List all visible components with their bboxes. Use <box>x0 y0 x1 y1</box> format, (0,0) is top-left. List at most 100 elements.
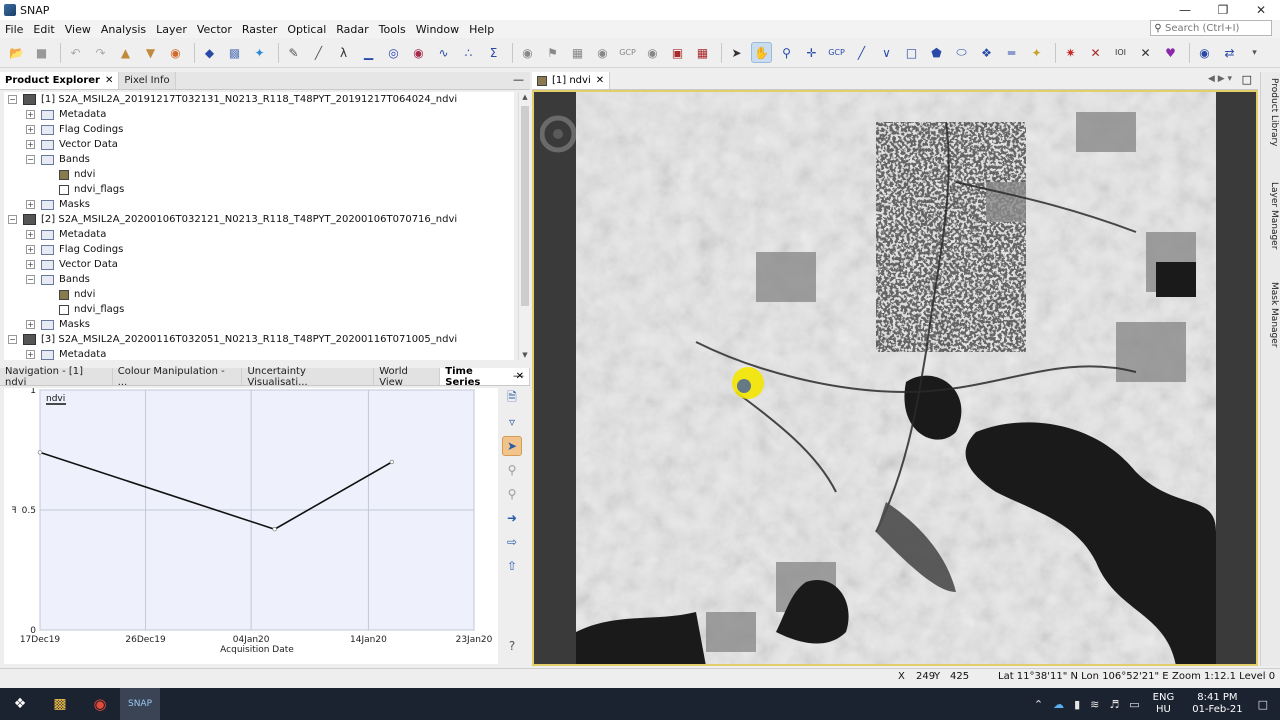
range-finder-icon[interactable]: ❖ <box>976 42 997 63</box>
tab-ndvi-view[interactable]: [1] ndvi ✕ <box>532 72 611 89</box>
export-graph-icon[interactable]: ➜ <box>502 508 522 528</box>
histogram-icon[interactable]: ▁ <box>358 42 379 63</box>
rectangle-tool-icon[interactable]: □ <box>901 42 922 63</box>
file-explorer-icon[interactable]: ▩ <box>40 688 80 720</box>
menu-tools[interactable]: Tools <box>374 23 411 36</box>
tree-row[interactable]: ndvi_flags <box>4 302 514 317</box>
band-maths-icon[interactable]: ◆ <box>199 42 220 63</box>
expand-icon[interactable]: + <box>26 140 35 149</box>
tree-row[interactable]: + Metadata <box>4 107 514 122</box>
pin-placing-icon[interactable]: ✛ <box>801 42 822 63</box>
menu-window[interactable]: Window <box>411 23 464 36</box>
undo-icon[interactable]: ↶ <box>65 42 86 63</box>
zoom-tool-icon[interactable]: ⚲ <box>776 42 797 63</box>
tab-uncertainty[interactable]: Uncertainty Visualisati... <box>242 366 375 388</box>
cursor-mode-icon[interactable]: ➤ <box>502 436 522 456</box>
usb-icon[interactable]: ▮ <box>1074 698 1080 711</box>
subset-icon[interactable]: ▩ <box>224 42 245 63</box>
menu-edit[interactable]: Edit <box>28 23 59 36</box>
tree-row[interactable]: − [3] S2A_MSIL2A_20200116T032051_N0213_R1… <box>4 332 514 347</box>
polyline-tool-icon[interactable]: ∨ <box>876 42 897 63</box>
maximize-view-icon[interactable]: □ <box>1242 73 1252 86</box>
select-tool-icon[interactable]: ➤ <box>726 42 747 63</box>
collapse-icon[interactable]: − <box>26 155 35 164</box>
expand-icon[interactable]: + <box>26 260 35 269</box>
tree-row[interactable]: ndvi <box>4 167 514 182</box>
tab-world-view[interactable]: World View <box>374 366 441 388</box>
maximize-button[interactable]: ❐ <box>1204 0 1242 20</box>
onedrive-icon[interactable]: ☁ <box>1053 698 1064 711</box>
tab-pixel-info[interactable]: Pixel Info <box>119 72 176 89</box>
minimize-panel-icon[interactable]: — <box>513 369 524 382</box>
spectrum-icon[interactable]: λ <box>333 42 354 63</box>
minimize-panel-icon[interactable]: — <box>513 73 524 86</box>
session-icon[interactable]: ◉ <box>165 42 186 63</box>
scroll-up-icon[interactable]: ▲ <box>519 93 531 101</box>
tree-row[interactable]: + Metadata <box>4 347 514 360</box>
menu-view[interactable]: View <box>60 23 96 36</box>
tab-colour-manipulation[interactable]: Colour Manipulation - ... <box>112 366 243 388</box>
tile-vertical-icon[interactable]: ▦ <box>692 42 713 63</box>
export-icon[interactable]: ▼ <box>140 42 161 63</box>
minimize-button[interactable]: — <box>1166 0 1204 20</box>
polygon-tool-icon[interactable]: ⬟ <box>926 42 947 63</box>
battery-icon[interactable]: ▭ <box>1129 698 1139 711</box>
mask-overlay-icon[interactable]: ◉ <box>642 42 663 63</box>
tree-row[interactable]: − [1] S2A_MSIL2A_20191217T032131_N0213_R1… <box>4 92 514 107</box>
layer-editor-icon[interactable]: ◉ <box>517 42 538 63</box>
line-draw-icon[interactable]: ╱ <box>308 42 329 63</box>
close-tab-icon[interactable]: ✕ <box>105 75 113 86</box>
menu-raster[interactable]: Raster <box>237 23 282 36</box>
ellipse-tool-icon[interactable]: ⬭ <box>951 42 972 63</box>
pin-icon[interactable]: ⚲ <box>502 460 522 480</box>
io-icon[interactable]: IOI <box>1110 42 1131 63</box>
explorer-scrollbar[interactable]: ▲ ▼ <box>518 92 530 360</box>
tree-row[interactable]: + Flag Codings <box>4 242 514 257</box>
tree-row[interactable]: ndvi_flags <box>4 182 514 197</box>
expand-icon[interactable]: + <box>26 245 35 254</box>
expand-icon[interactable]: + <box>26 200 35 209</box>
expand-icon[interactable]: + <box>26 125 35 134</box>
reprojection-icon[interactable]: ✦ <box>249 42 270 63</box>
chrome-icon[interactable]: ◉ <box>80 688 120 720</box>
toolbar-overflow-icon[interactable]: ▾ <box>1244 42 1265 63</box>
tree-row[interactable]: + Masks <box>4 317 514 332</box>
tree-row[interactable]: + Vector Data <box>4 137 514 152</box>
product-library-tab[interactable]: Product Library <box>1263 78 1279 147</box>
tile-horizontal-icon[interactable]: ▣ <box>667 42 688 63</box>
import-icon[interactable]: ▲ <box>115 42 136 63</box>
expand-icon[interactable]: + <box>26 320 35 329</box>
cursor-sync-icon[interactable]: ✕ <box>1135 42 1156 63</box>
navigation-wheel-icon[interactable] <box>540 104 576 164</box>
pan-tool-icon[interactable]: ✋ <box>751 42 772 63</box>
magic-wand-icon[interactable]: ═ <box>1001 42 1022 63</box>
close-tab-icon[interactable]: ✕ <box>596 75 604 86</box>
expand-icon[interactable]: + <box>26 230 35 239</box>
tree-row[interactable]: + Masks <box>4 197 514 212</box>
clock[interactable]: 8:41 PM 01-Feb-21 <box>1192 692 1242 716</box>
help-icon[interactable]: ? <box>502 636 522 656</box>
scrollbar-thumb[interactable] <box>521 106 529 306</box>
volume-icon[interactable]: ♬ <box>1109 698 1119 711</box>
collapse-icon[interactable]: − <box>8 215 17 224</box>
search-box[interactable]: ⚲ Search (Ctrl+I) <box>1150 20 1272 36</box>
layer-manager-tab[interactable]: Layer Manager <box>1263 182 1279 249</box>
snap-taskbar-icon[interactable]: SNAP <box>120 688 160 720</box>
menu-help[interactable]: Help <box>464 23 499 36</box>
tree-row[interactable]: + Metadata <box>4 227 514 242</box>
tab-navigation[interactable]: Navigation - [1] ndvi <box>0 366 113 388</box>
scroll-down-icon[interactable]: ▼ <box>519 351 531 359</box>
network-icon[interactable]: ≋ <box>1090 698 1099 711</box>
menu-analysis[interactable]: Analysis <box>96 23 151 36</box>
line-tool-icon[interactable]: ╱ <box>851 42 872 63</box>
polygon-draw-icon[interactable]: ✎ <box>283 42 304 63</box>
gcp-manager-icon[interactable]: GCP <box>617 42 638 63</box>
notification-icon[interactable]: □ <box>1258 698 1268 711</box>
filter-icon[interactable]: ▿ <box>502 412 522 432</box>
sync-views-icon[interactable]: ⇄ <box>1219 42 1240 63</box>
menu-radar[interactable]: Radar <box>331 23 373 36</box>
tree-row[interactable]: − [2] S2A_MSIL2A_20200106T032121_N0213_R1… <box>4 212 514 227</box>
statistics-icon[interactable]: Σ <box>483 42 504 63</box>
collapse-icon[interactable]: − <box>26 275 35 284</box>
wand-tool-icon[interactable]: ✦ <box>1026 42 1047 63</box>
